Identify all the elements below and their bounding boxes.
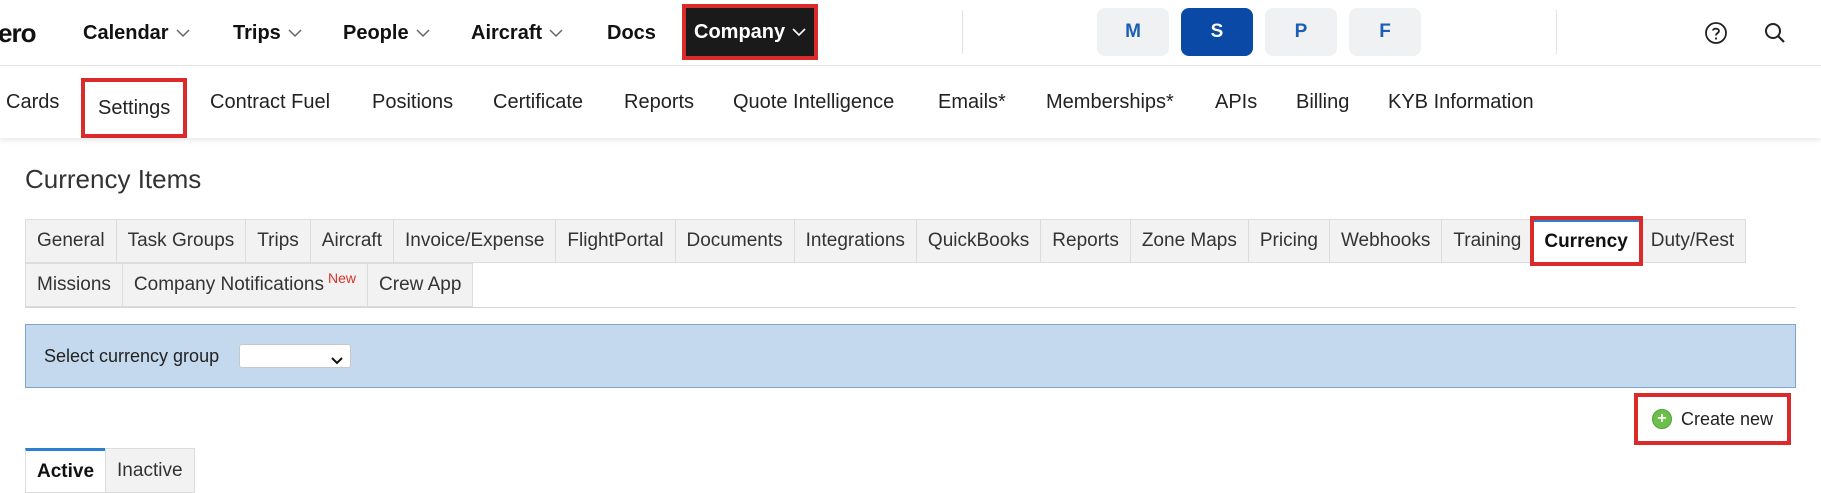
currency-group-panel: Select currency group <box>25 324 1796 388</box>
help-icon[interactable] <box>1703 20 1729 46</box>
tab-active[interactable]: Active <box>25 448 106 493</box>
tab-task-groups[interactable]: Task Groups <box>116 219 247 263</box>
tab-currency[interactable]: Currency <box>1530 216 1643 266</box>
nav-people[interactable]: People <box>343 0 430 66</box>
currency-group-select[interactable] <box>239 344 352 371</box>
tab-flightportal[interactable]: FlightPortal <box>556 219 676 263</box>
tab-company-notifications-label: Company Notifications <box>133 274 324 295</box>
app-logo[interactable]: ero <box>0 18 36 49</box>
nav-company[interactable]: Company <box>682 4 819 60</box>
subnav-apis[interactable]: APIs <box>1215 67 1257 138</box>
tab-quickbooks[interactable]: QuickBooks <box>916 219 1042 263</box>
tab-documents[interactable]: Documents <box>675 219 795 263</box>
subnav-memberships[interactable]: Memberships* <box>1046 67 1174 138</box>
nav-calendar-label: Calendar <box>83 21 169 44</box>
subnav-cards[interactable]: Cards <box>6 67 59 138</box>
subnav-billing[interactable]: Billing <box>1296 67 1349 138</box>
nav-docs[interactable]: Docs <box>607 0 656 66</box>
subnav-positions[interactable]: Positions <box>372 67 453 138</box>
chevron-down-icon <box>549 26 563 40</box>
nav-calendar[interactable]: Calendar <box>83 0 190 66</box>
tab-training[interactable]: Training <box>1442 219 1534 263</box>
subnav-emails[interactable]: Emails* <box>938 67 1006 138</box>
currency-group-label: Select currency group <box>44 345 220 366</box>
chevron-down-icon <box>792 25 806 39</box>
tab-zone-maps[interactable]: Zone Maps <box>1130 219 1249 263</box>
create-new-button[interactable]: + Create new <box>1634 393 1791 445</box>
tab-general[interactable]: General <box>25 219 117 263</box>
nav-aircraft-label: Aircraft <box>471 21 543 44</box>
tab-integrations[interactable]: Integrations <box>794 219 917 263</box>
nav-company-label: Company <box>694 20 786 43</box>
tab-inactive[interactable]: Inactive <box>105 448 195 493</box>
chevron-down-icon <box>288 26 302 40</box>
tab-crew-app[interactable]: Crew App <box>368 263 474 307</box>
subnav-contract-fuel[interactable]: Contract Fuel <box>210 67 330 138</box>
nav-docs-label: Docs <box>607 21 656 44</box>
chevron-down-icon <box>330 350 344 371</box>
subnav-reports[interactable]: Reports <box>624 67 694 138</box>
nav-trips[interactable]: Trips <box>233 0 302 66</box>
chevron-down-icon <box>416 26 430 40</box>
tab-aircraft[interactable]: Aircraft <box>310 219 394 263</box>
company-subnav: Cards Settings Contract Fuel Positions C… <box>0 67 1821 138</box>
mode-pill-f[interactable]: F <box>1349 8 1421 56</box>
mode-pill-s[interactable]: S <box>1181 8 1253 56</box>
nav-trips-label: Trips <box>233 21 281 44</box>
tab-trips[interactable]: Trips <box>246 219 311 263</box>
tab-company-notifications[interactable]: Company Notifications New <box>122 263 369 307</box>
tab-webhooks[interactable]: Webhooks <box>1329 219 1443 263</box>
page-title: Currency Items <box>25 164 202 194</box>
new-badge: New <box>328 270 357 286</box>
nav-divider <box>962 10 963 54</box>
mode-pill-m[interactable]: M <box>1097 8 1169 56</box>
subnav-settings[interactable]: Settings <box>81 78 188 138</box>
nav-divider <box>1556 10 1557 54</box>
search-icon[interactable] <box>1762 20 1788 46</box>
tab-invoice-expense[interactable]: Invoice/Expense <box>393 219 557 263</box>
mode-pill-p[interactable]: P <box>1265 8 1337 56</box>
tab-duty-rest[interactable]: Duty/Rest <box>1639 219 1747 263</box>
plus-circle-icon: + <box>1651 409 1672 429</box>
settings-tabs-row-2: Missions Company Notifications New Crew … <box>25 263 474 307</box>
tab-reports[interactable]: Reports <box>1041 219 1131 263</box>
status-tabs: Active Inactive <box>25 448 195 493</box>
nav-people-label: People <box>343 21 409 44</box>
settings-tabs-row-1: General Task Groups Trips Aircraft Invoi… <box>25 216 1747 266</box>
subnav-quote-intelligence[interactable]: Quote Intelligence <box>733 67 894 138</box>
subnav-kyb-information[interactable]: KYB Information <box>1388 67 1534 138</box>
subnav-certificate[interactable]: Certificate <box>493 67 583 138</box>
tabs-divider <box>25 307 1796 308</box>
nav-aircraft[interactable]: Aircraft <box>471 0 563 66</box>
chevron-down-icon <box>176 26 190 40</box>
top-navigation: ero Calendar Trips People Aircraft Docs … <box>0 0 1821 66</box>
tab-pricing[interactable]: Pricing <box>1248 219 1330 263</box>
create-new-label: Create new <box>1680 408 1774 429</box>
tab-missions[interactable]: Missions <box>25 263 123 307</box>
